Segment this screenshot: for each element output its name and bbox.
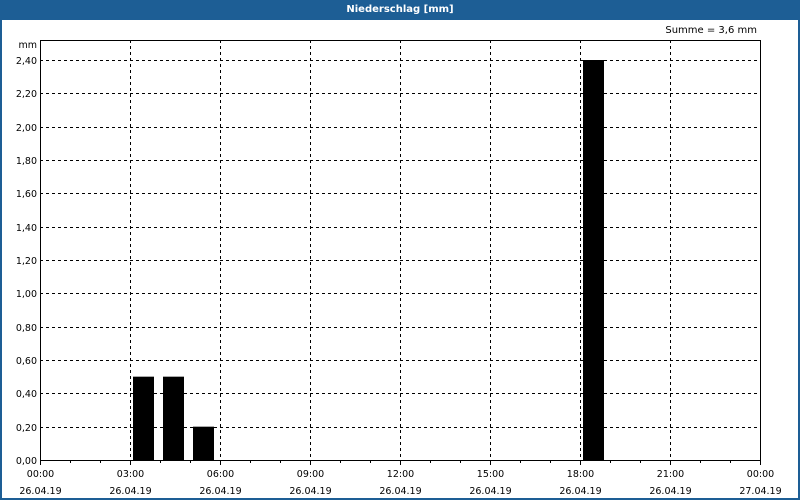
- y-tick-label: 0,60: [16, 356, 37, 367]
- y-tick-label: 1,80: [16, 156, 37, 167]
- x-tick-date: 26.04.19: [559, 486, 601, 497]
- y-axis-label: mm: [18, 40, 37, 51]
- y-tick-label: 0,80: [16, 323, 37, 334]
- x-tick-time: 00:00: [27, 469, 54, 480]
- x-tick-time: 03:00: [117, 469, 144, 480]
- x-tick-date: 26.04.19: [289, 486, 331, 497]
- bar: [163, 376, 184, 460]
- x-tick-date: 26.04.19: [379, 486, 421, 497]
- x-tick-date: 26.04.19: [649, 486, 691, 497]
- x-tick-date: 27.04.19: [739, 486, 781, 497]
- y-tick-label: 1,40: [16, 223, 37, 234]
- y-tick-label: 1,00: [16, 289, 37, 300]
- y-tick-label: 0,00: [16, 456, 37, 467]
- x-tick-time: 09:00: [297, 469, 324, 480]
- y-tick-label: 0,20: [16, 423, 37, 434]
- bar: [133, 376, 154, 460]
- x-tick-date: 26.04.19: [19, 486, 61, 497]
- x-tick-date: 26.04.19: [199, 486, 241, 497]
- y-tick-label: 1,20: [16, 256, 37, 267]
- y-tick-label: 2,00: [16, 123, 37, 134]
- bar: [193, 426, 214, 460]
- y-tick-label: 2,40: [16, 56, 37, 67]
- bar: [583, 60, 604, 460]
- x-tick-time: 21:00: [657, 469, 684, 480]
- y-tick-label: 1,60: [16, 189, 37, 200]
- x-tick-time: 18:00: [567, 469, 594, 480]
- x-tick-time: 00:00: [747, 469, 774, 480]
- x-tick-time: 15:00: [477, 469, 504, 480]
- precipitation-chart: 0,00 0,20 0,40 0,60 0,80 1,00 1,20 1,40 1,60 1,80…: [16, 40, 782, 497]
- x-tick-time: 12:00: [387, 469, 414, 480]
- x-tick-date: 26.04.19: [109, 486, 151, 497]
- x-tick-date: 26.04.19: [469, 486, 511, 497]
- y-tick-label: 2,20: [16, 89, 37, 100]
- x-tick-time: 06:00: [207, 469, 234, 480]
- y-tick-label: 0,40: [16, 389, 37, 400]
